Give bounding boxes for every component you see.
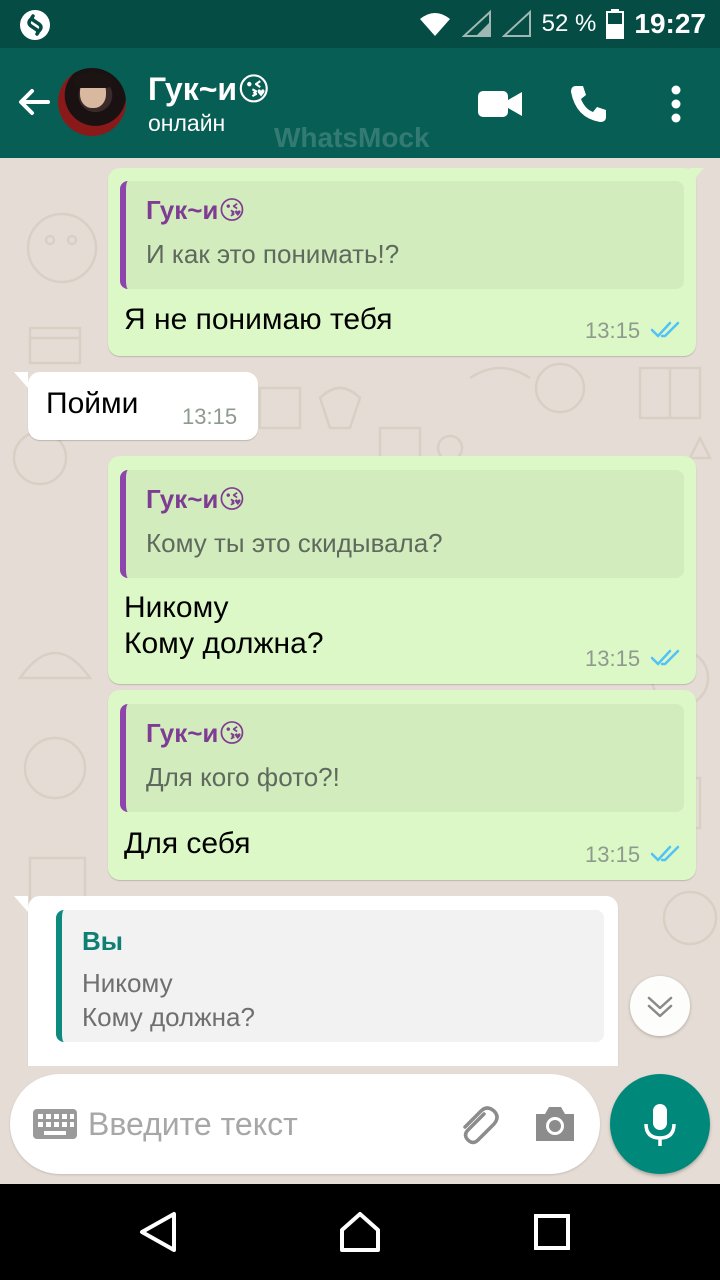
message-bubble-incoming[interactable]: Вы Никому Кому должна? xyxy=(14,896,618,1066)
quote-text: Для кого фото?! xyxy=(146,762,340,792)
signal-icon xyxy=(461,10,491,37)
message-time: 13:15 xyxy=(182,404,238,429)
contact-name[interactable]: Гук~и😘 xyxy=(148,70,270,108)
voice-call-button[interactable] xyxy=(562,78,614,130)
chat-header: Гук~и😘 онлайн WhatsMock xyxy=(0,48,720,158)
message-time: 13:15 xyxy=(585,646,641,671)
message-input[interactable] xyxy=(88,1100,428,1148)
bubble-tail xyxy=(14,372,28,388)
status-bar: 52 % 19:27 xyxy=(0,0,720,48)
chat-area[interactable]: Гук~и😘 И как это понимать!? Я не понимаю… xyxy=(0,158,720,1066)
quoted-message[interactable]: Гук~и😘 Кому ты это скидывала? xyxy=(120,470,684,578)
shazam-icon xyxy=(20,10,50,40)
bubble-tail xyxy=(14,896,28,912)
bubble-tail xyxy=(690,168,704,184)
double-check-icon xyxy=(650,321,680,338)
message-bubble-outgoing[interactable]: Гук~и😘 Для кого фото?! Для себя 13:15 xyxy=(108,690,696,880)
quoted-message[interactable]: Вы Никому Кому должна? xyxy=(56,910,604,1042)
message-time: 13:15 xyxy=(585,842,641,867)
avatar[interactable] xyxy=(58,68,126,136)
contact-status: онлайн xyxy=(148,110,226,136)
message-text: Никому Кому должна? xyxy=(124,591,324,660)
battery-percent: 52 % xyxy=(541,10,597,37)
double-check-icon xyxy=(650,649,680,666)
arrow-back-icon[interactable] xyxy=(14,82,54,122)
quote-author: Гук~и😘 xyxy=(146,484,246,514)
keyboard-icon[interactable] xyxy=(32,1108,78,1140)
double-check-icon xyxy=(650,845,680,862)
message-time: 13:15 xyxy=(585,318,641,343)
quote-text: Никому Кому должна? xyxy=(82,968,255,1032)
message-bubble-incoming[interactable]: Пойми 13:15 xyxy=(14,372,258,440)
nav-back-icon[interactable] xyxy=(128,1202,188,1262)
signal-icon-2 xyxy=(501,10,531,37)
watermark: WhatsMock xyxy=(274,122,430,153)
quote-text: И как это понимать!? xyxy=(146,239,400,269)
quoted-message[interactable]: Гук~и😘 И как это понимать!? xyxy=(120,181,684,289)
avatar-hair xyxy=(74,72,112,88)
scroll-to-bottom-button[interactable] xyxy=(630,976,690,1036)
battery-icon xyxy=(606,9,625,39)
quote-author: Гук~и😘 xyxy=(146,718,246,748)
camera-icon[interactable] xyxy=(532,1104,578,1144)
quote-author: Гук~и😘 xyxy=(146,195,246,225)
message-bubble-outgoing[interactable]: Гук~и😘 Кому ты это скидывала? Никому Ком… xyxy=(108,456,696,684)
composer xyxy=(0,1066,720,1184)
message-input-container[interactable] xyxy=(10,1074,600,1174)
chevron-down-icon xyxy=(647,996,673,1018)
video-call-button[interactable] xyxy=(474,78,526,130)
nav-recent-apps-icon[interactable] xyxy=(522,1202,582,1262)
quote-text: Кому ты это скидывала? xyxy=(146,528,443,558)
wifi-icon xyxy=(419,13,450,36)
nav-home-icon[interactable] xyxy=(330,1202,390,1262)
quote-author: Вы xyxy=(82,926,123,956)
message-text: Для себя xyxy=(124,827,251,860)
message-bubble-outgoing[interactable]: Гук~и😘 И как это понимать!? Я не понимаю… xyxy=(108,168,704,356)
paperclip-icon[interactable] xyxy=(454,1102,500,1148)
clock: 19:27 xyxy=(634,8,706,39)
system-navigation-bar xyxy=(0,1184,720,1280)
microphone-button[interactable] xyxy=(610,1074,710,1174)
microphone-icon xyxy=(644,1104,676,1146)
more-options-button[interactable] xyxy=(650,78,702,130)
message-text: Я не понимаю тебя xyxy=(124,303,393,336)
message-text: Пойми xyxy=(46,387,139,420)
quoted-message[interactable]: Гук~и😘 Для кого фото?! xyxy=(120,704,684,812)
